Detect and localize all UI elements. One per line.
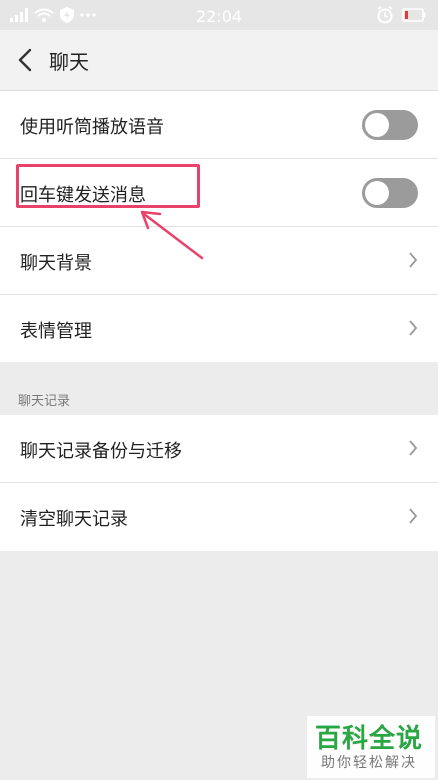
chevron-right-icon	[409, 440, 418, 456]
status-icons-right	[376, 6, 426, 24]
chevron-right-icon	[409, 508, 418, 524]
status-bar: 22:04	[0, 0, 438, 30]
toggle-knob	[365, 113, 389, 137]
battery-icon	[402, 8, 426, 22]
setting-sticker-management[interactable]: 表情管理	[0, 295, 438, 362]
watermark-logo: 百科全说 助你轻松解决	[307, 716, 435, 778]
setting-label: 使用听筒播放语音	[20, 117, 164, 138]
page-title: 聊天	[49, 50, 89, 74]
setting-label: 聊天背景	[20, 253, 92, 274]
section-label-chat-history: 聊天记录	[18, 394, 71, 409]
annotation-arrow-icon	[140, 210, 204, 260]
toggle-knob	[365, 181, 389, 205]
back-arrow-icon[interactable]	[12, 46, 40, 74]
watermark-main-text: 百科全说	[315, 724, 424, 754]
status-time: 22:04	[195, 7, 243, 26]
header-bar: 聊天	[0, 30, 438, 91]
alarm-icon	[377, 6, 393, 24]
setting-label: 表情管理	[20, 321, 92, 342]
setting-history-backup[interactable]: 聊天记录备份与迁移	[0, 415, 438, 483]
setting-earpiece-voice[interactable]: 使用听筒播放语音	[0, 91, 438, 159]
watermark-sub-text: 助你轻松解决	[321, 755, 417, 771]
setting-label: 聊天记录备份与迁移	[20, 441, 182, 462]
enter-to-send-toggle[interactable]	[362, 178, 418, 208]
setting-clear-history[interactable]: 清空聊天记录	[0, 483, 438, 550]
setting-label: 清空聊天记录	[20, 509, 128, 530]
chevron-right-icon	[409, 320, 418, 336]
earpiece-voice-toggle[interactable]	[362, 110, 418, 140]
chat-history-group: 聊天记录备份与迁移 清空聊天记录	[0, 415, 438, 551]
chevron-right-icon	[409, 252, 418, 268]
